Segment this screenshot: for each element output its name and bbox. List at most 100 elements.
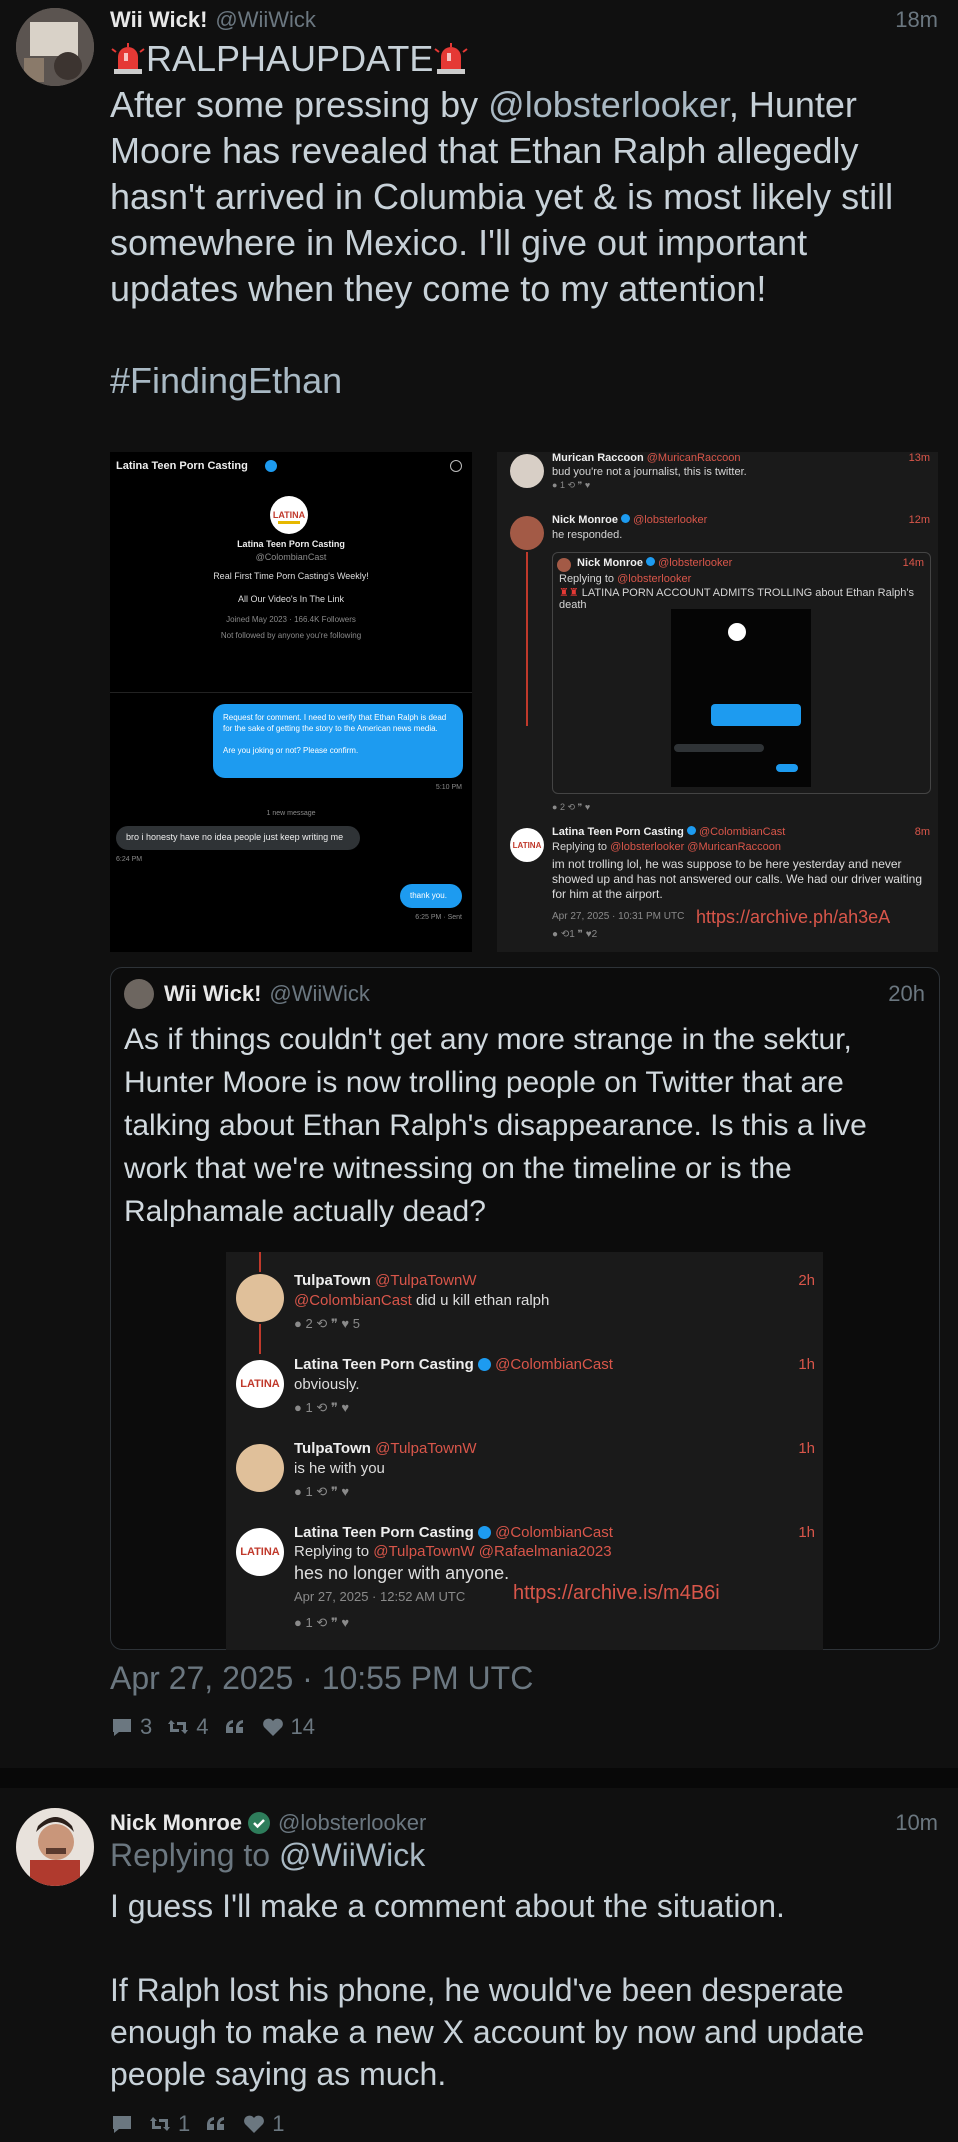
svg-text:LATINA: LATINA [240, 1546, 280, 1558]
author-handle[interactable]: @WiiWick [269, 981, 370, 1007]
thread-line [259, 1252, 261, 1272]
verified-icon [477, 1358, 491, 1371]
quote-button[interactable] [223, 1716, 247, 1738]
attached-image-thread[interactable]: Murican Raccoon @MuricanRaccoon 13m bud … [497, 452, 938, 952]
headline: RALPHAUPDATE [110, 36, 938, 82]
quoted-tweet[interactable]: Wii Wick! @WiiWick 20h As if things coul… [110, 967, 940, 1650]
verified-icon [646, 557, 656, 566]
divider [110, 692, 472, 693]
latina-logo: LATINA [270, 496, 308, 534]
profile-not-followed: Not followed by anyone you're following [220, 631, 362, 640]
siren-icon: ♜♜ [559, 587, 579, 599]
tweet-header: Wii Wick! @WiiWick 18m [110, 5, 938, 35]
quote-header: Wii Wick! @WiiWick 20h [164, 978, 925, 1010]
svg-text:LATINA: LATINA [240, 1378, 280, 1390]
author-handle[interactable]: @WiiWick [215, 7, 316, 33]
like-button[interactable]: 1 [242, 2111, 285, 2137]
retweet-button[interactable]: 1 [148, 2111, 190, 2137]
svg-text:LATINA: LATINA [273, 510, 306, 520]
tweet-reply: Nick Monroe @lobsterlooker 10m Replying … [0, 1788, 958, 2142]
verified-icon [248, 1812, 271, 1834]
thread-line [526, 552, 528, 726]
avatar[interactable] [16, 8, 94, 86]
reply-button[interactable]: 3 [110, 1714, 152, 1740]
tweet-time[interactable]: 10m [895, 1810, 938, 1836]
tweet-stats: ● 1 ⟲ ❞ ♥ [294, 1484, 350, 1499]
profile-joined: Joined May 2023 · 166.4K Followers [226, 615, 356, 624]
headline-text: RALPHAUPDATE [146, 38, 434, 79]
author-handle[interactable]: @lobsterlooker [278, 1810, 426, 1836]
profile-name: Latina Teen Porn Casting [237, 539, 345, 549]
tweet-time[interactable]: 20h [888, 981, 925, 1007]
author-name[interactable]: Nick Monroe [110, 1810, 242, 1836]
tweet-text: I guess I'll make a comment about the si… [110, 1888, 865, 2092]
avatar: LATINA [510, 828, 544, 862]
archive-link[interactable]: https://archive.ph/ah3eA [696, 907, 890, 928]
verified-icon [265, 460, 277, 472]
profile-handle: @ColombianCast [255, 552, 327, 562]
quoted-image-thread[interactable]: TulpaTown @TulpaTownW 2h @ColombianCast … [226, 1252, 823, 1650]
profile-bio-2: All Our Video's In The Link [238, 594, 344, 604]
avatar: LATINA [236, 1528, 284, 1576]
heart-icon [244, 2115, 265, 2133]
replying-to-link[interactable]: @WiiWick [279, 1837, 425, 1873]
profile-title: Latina Teen Porn Casting [116, 460, 248, 472]
heart-icon [262, 1718, 283, 1736]
avatar: LATINA [236, 1360, 284, 1408]
tweet-content: RALPHAUPDATE After some pressing by @lob… [110, 36, 938, 404]
sent-message[interactable]: Request for comment. I need to verify th… [213, 704, 463, 778]
avatar [236, 1274, 284, 1322]
tweet-stats: ● 2 ⟲ ❞ ♥ 5 [294, 1316, 360, 1331]
thank-time: 6:25 PM · Sent [415, 914, 462, 921]
siren-icon [434, 43, 469, 74]
avatar [236, 1444, 284, 1492]
siren-icon [111, 43, 145, 74]
verified-icon [477, 1526, 491, 1539]
tweet-separator [0, 1768, 958, 1788]
tweet-stats: ● 1 ⟲ ❞ ♥ [294, 1615, 350, 1630]
tweet-stats: ● 2 ⟲ ❞ ♥ [552, 802, 591, 812]
tweet-stats: 1 1 [110, 2111, 285, 2137]
avatar[interactable] [124, 979, 154, 1009]
profile-bio-1: Real First Time Porn Casting's Weekly! [213, 571, 369, 581]
tweet-date[interactable]: Apr 27, 2025 · 10:55 PM UTC [110, 1660, 533, 1697]
avatar[interactable] [16, 1808, 94, 1886]
quote-icon [225, 1720, 243, 1733]
avatar [510, 516, 544, 550]
tweet-stats: ● ⟲1 ❞ ♥2 [552, 929, 598, 940]
tweet-main: Wii Wick! @WiiWick 18m RALPHAUPDATE Afte… [0, 0, 958, 1768]
hashtag-link[interactable]: #FindingEthan [110, 358, 938, 404]
quote-text: As if things couldn't get any more stran… [124, 1023, 867, 1228]
quote-button[interactable] [204, 2113, 228, 2135]
retweet-icon [168, 1720, 189, 1734]
tweet-stats: ● 1 ⟲ ❞ ♥ [294, 1400, 350, 1415]
svg-text:LATINA: LATINA [513, 841, 542, 850]
verified-icon [686, 826, 696, 835]
received-message[interactable]: bro i honesty have no idea people just k… [116, 826, 360, 850]
archive-link[interactable]: https://archive.is/m4B6i [513, 1582, 720, 1605]
author-name[interactable]: Wii Wick! [110, 7, 207, 33]
tweet-time[interactable]: 18m [895, 7, 938, 33]
sent-time: 5:10 PM [435, 784, 462, 791]
reply-icon [113, 1719, 131, 1736]
new-message-divider: 1 new message [266, 810, 316, 817]
mention-link[interactable]: @lobsterlooker [488, 84, 729, 125]
quoted-tweet[interactable]: Nick Monroe @lobsterlooker 14m Replying … [552, 552, 931, 794]
reply-icon [113, 2116, 131, 2133]
info-icon[interactable] [450, 460, 462, 472]
verified-icon [621, 514, 631, 523]
nested-screenshot [671, 609, 811, 787]
attached-image-dm[interactable]: Latina Teen Porn Casting LATINA Latina T… [110, 452, 472, 952]
author-name[interactable]: Wii Wick! [164, 981, 261, 1007]
tweet-stats: ● 1 ⟲ ❞ ♥ [552, 480, 591, 490]
tweet-text: After some pressing by @lobsterlooker, H… [110, 84, 894, 309]
thread-line [259, 1324, 261, 1354]
avatar [510, 454, 544, 488]
thank-you-message[interactable]: thank you. [400, 884, 462, 908]
retweet-button[interactable]: 4 [166, 1714, 209, 1740]
like-button[interactable]: 14 [261, 1714, 315, 1740]
tweet-stats: 3 4 14 [110, 1714, 315, 1740]
reply-button[interactable] [110, 2113, 134, 2135]
quote-icon [207, 2117, 225, 2130]
retweet-icon [150, 2117, 170, 2131]
